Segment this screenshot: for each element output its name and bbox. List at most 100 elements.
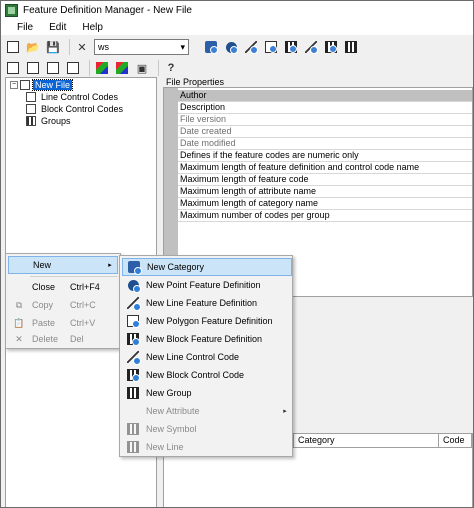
property-row[interactable]: Maximum length of attribute name [178, 186, 472, 198]
column-header-code[interactable]: Code [439, 434, 472, 448]
copy-icon: ⧉ [15, 299, 23, 310]
block-feature-icon [126, 333, 140, 346]
close-icon[interactable]: ✕ [74, 39, 90, 55]
menu-item-new-symbol[interactable]: New Symbol [122, 420, 292, 438]
property-row[interactable]: Description [178, 102, 472, 114]
file-properties-title: File Properties [166, 77, 225, 87]
move-down-icon[interactable] [65, 60, 81, 76]
tree-item-label: New File [31, 79, 74, 91]
menu-item-label: Paste [32, 318, 56, 328]
tree-item-root[interactable]: − New File [10, 79, 74, 91]
new-category-icon[interactable] [203, 39, 219, 55]
tree-item-label: Line Control Codes [41, 92, 119, 102]
move-up-icon[interactable] [45, 60, 61, 76]
blank-icon [126, 405, 140, 417]
menu-edit[interactable]: Edit [41, 22, 74, 33]
import-icon[interactable] [5, 60, 21, 76]
block-control-icon [26, 104, 36, 114]
property-row[interactable]: Maximum length of feature definition and… [178, 162, 472, 174]
column-header-category[interactable]: Category [294, 434, 439, 448]
menu-item-new-category[interactable]: New Category [122, 258, 292, 276]
menu-item-label: New Group [146, 388, 192, 398]
chevron-down-icon[interactable]: ▾ [180, 42, 185, 53]
property-row[interactable]: Maximum length of category name [178, 198, 472, 210]
toolbar-separator [158, 60, 159, 76]
save-icon[interactable]: 💾 [45, 39, 61, 55]
delete-icon: ✕ [15, 333, 23, 344]
menu-item-new-attribute[interactable]: New Attribute ▸ [122, 402, 292, 420]
property-row[interactable]: File version [178, 114, 472, 126]
menu-item-new-block-feature[interactable]: New Block Feature Definition [122, 330, 292, 348]
menu-bar: File Edit Help [1, 19, 473, 35]
new-block-control-icon[interactable] [323, 39, 339, 55]
new-file-icon[interactable] [5, 39, 21, 55]
title-bar: Feature Definition Manager - New File [1, 1, 473, 19]
file-icon [20, 80, 30, 90]
toolbar-separator [69, 39, 70, 55]
menu-item-new-line-feature[interactable]: New Line Feature Definition [122, 294, 292, 312]
line-style-icon [126, 441, 140, 453]
menu-item-new-point-feature[interactable]: New Point Feature Definition [122, 276, 292, 294]
menu-item-delete[interactable]: ✕ Delete Del [8, 330, 118, 348]
property-row[interactable]: Maximum number of codes per group [178, 210, 472, 222]
group-icon [126, 387, 140, 399]
menu-item-new[interactable]: New ▸ [8, 256, 118, 274]
tree-item-groups[interactable]: Groups [26, 115, 73, 127]
toolbar-separator [89, 60, 90, 76]
tree-item-line-control-codes[interactable]: Line Control Codes [26, 91, 120, 103]
submenu-arrow-icon: ▸ [108, 262, 112, 269]
menu-item-new-line-control[interactable]: New Line Control Code [122, 348, 292, 366]
property-row[interactable]: Date created [178, 126, 472, 138]
menu-item-close[interactable]: Close Ctrl+F4 [8, 278, 118, 296]
tree-item-label: Block Control Codes [41, 104, 124, 114]
menu-item-new-line[interactable]: New Line [122, 438, 292, 456]
menu-item-copy[interactable]: ⧉ Copy Ctrl+C [8, 296, 118, 314]
menu-item-label: New Line Feature Definition [146, 298, 258, 308]
menu-file[interactable]: File [9, 22, 41, 33]
category-icon [127, 261, 142, 275]
menu-help[interactable]: Help [74, 22, 111, 33]
point-feature-icon [126, 279, 141, 293]
menu-item-label: New Line [146, 442, 184, 452]
menu-item-label: New Block Feature Definition [146, 334, 263, 344]
menu-item-label: New Point Feature Definition [146, 280, 261, 290]
new-block-feature-icon[interactable] [283, 39, 299, 55]
code-combo[interactable]: ws ▾ [94, 39, 189, 55]
color-palette-icon[interactable] [94, 60, 110, 76]
menu-item-new-block-control[interactable]: New Block Control Code [122, 366, 292, 384]
menu-item-new-group[interactable]: New Group [122, 384, 292, 402]
menu-item-label: New [33, 260, 52, 270]
line-control-icon [26, 92, 36, 102]
property-row[interactable]: Defines if the feature codes are numeric… [178, 150, 472, 162]
line-feature-icon [126, 297, 141, 311]
menu-item-label: New Polygon Feature Definition [146, 316, 273, 326]
tree-item-label: Groups [41, 116, 71, 126]
property-row[interactable]: Date modified [178, 138, 472, 150]
app-window: Feature Definition Manager - New File Fi… [0, 0, 474, 508]
paste-icon: 📋 [13, 317, 25, 328]
new-polygon-feature-icon[interactable] [263, 39, 279, 55]
collapse-icon[interactable]: − [10, 81, 18, 89]
open-folder-icon[interactable]: 📂 [25, 39, 41, 55]
help-icon[interactable]: ? [163, 60, 179, 76]
new-point-feature-icon[interactable] [223, 39, 239, 55]
property-row[interactable]: Author [178, 90, 472, 102]
cube-icon[interactable]: ▣ [134, 60, 150, 76]
export-icon[interactable] [25, 60, 41, 76]
symbol-icon [126, 423, 140, 435]
new-group-icon[interactable] [343, 39, 359, 55]
menu-item-label: New Attribute [146, 406, 200, 416]
submenu-arrow-icon: ▸ [283, 408, 287, 415]
new-line-feature-icon[interactable] [243, 39, 259, 55]
new-line-control-icon[interactable] [303, 39, 319, 55]
menu-item-new-polygon-feature[interactable]: New Polygon Feature Definition [122, 312, 292, 330]
menu-item-shortcut: Ctrl+F4 [70, 282, 100, 292]
menu-item-shortcut: Ctrl+V [70, 318, 96, 328]
color-palette-alt-icon[interactable] [114, 60, 130, 76]
line-control-icon [126, 351, 141, 365]
menu-item-label: New Line Control Code [146, 352, 240, 362]
window-title: Feature Definition Manager - New File [23, 4, 192, 16]
new-submenu: New Category New Point Feature Definitio… [119, 255, 293, 457]
tree-item-block-control-codes[interactable]: Block Control Codes [26, 103, 125, 115]
property-row[interactable]: Maximum length of feature code [178, 174, 472, 186]
